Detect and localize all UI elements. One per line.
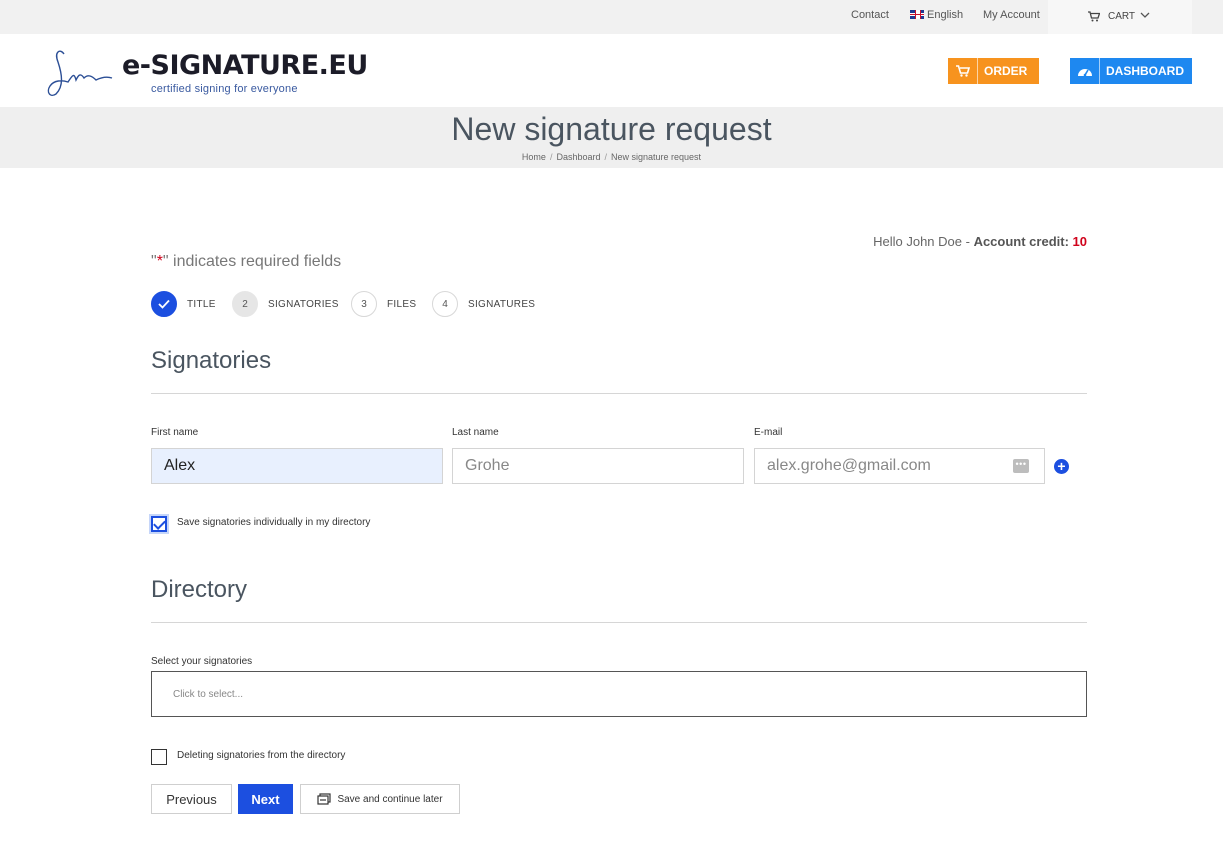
first-name-field[interactable]: Alex	[151, 448, 443, 484]
check-icon	[151, 291, 177, 317]
page-title: New signature request	[451, 111, 772, 147]
last-name-label: Last name	[452, 427, 499, 438]
step-label: TITLE	[187, 298, 216, 310]
chevron-down-icon	[1140, 12, 1150, 18]
signature-logo-icon	[47, 50, 113, 96]
select-signatories-dropdown[interactable]: Click to select...	[151, 671, 1087, 717]
password-manager-icon[interactable]: •••	[1013, 459, 1029, 473]
language-label: English	[927, 9, 964, 21]
step-label: SIGNATORIES	[268, 298, 339, 310]
cart-icon	[1088, 11, 1100, 22]
dashboard-label: DASHBOARD	[1106, 64, 1184, 78]
required-fields-note: "*" indicates required fields	[151, 253, 342, 270]
order-label: ORDER	[984, 64, 1028, 78]
language-switcher[interactable]: English	[910, 9, 963, 21]
previous-button[interactable]: Previous	[151, 784, 232, 814]
divider	[151, 622, 1087, 623]
brand-tagline: certified signing for everyone	[151, 83, 298, 95]
step-files: 3 FILES	[351, 291, 416, 317]
order-button[interactable]: ORDER	[948, 58, 1039, 84]
gauge-icon	[1070, 58, 1100, 84]
page-title-bar: New signature request Home / Dashboard / New…	[0, 107, 1223, 168]
contact-link[interactable]: Contact	[851, 9, 889, 21]
top-utility-bar: Contact English My Account CART	[0, 0, 1223, 34]
step-number: 3	[351, 291, 377, 317]
breadcrumb-current: New signature request	[611, 152, 702, 162]
add-signatory-icon[interactable]: +	[1054, 459, 1069, 474]
email-field[interactable]: alex.grohe@gmail.com •••	[754, 448, 1045, 484]
save-icon	[317, 793, 332, 805]
step-title: TITLE	[151, 291, 216, 317]
greeting-text: Hello John Doe -	[873, 234, 974, 249]
cart-button[interactable]: CART	[1048, 0, 1192, 34]
step-signatures: 4 SIGNATURES	[432, 291, 535, 317]
step-number: 2	[232, 291, 258, 317]
step-label: SIGNATURES	[468, 298, 536, 310]
step-signatories: 2 SIGNATORIES	[232, 291, 339, 317]
save-signatories-label: Save signatories individually in my dire…	[177, 517, 371, 528]
select-signatories-label: Select your signatories	[151, 656, 253, 667]
first-name-label: First name	[151, 427, 199, 438]
breadcrumb: Home / Dashboard / New signature request	[521, 152, 702, 162]
cart-icon	[948, 58, 978, 84]
delete-signatories-checkbox[interactable]	[151, 749, 167, 765]
step-number: 4	[432, 291, 458, 317]
email-placeholder: alex.grohe@gmail.com	[767, 457, 931, 474]
dashboard-button[interactable]: DASHBOARD	[1070, 58, 1192, 84]
step-label: FILES	[387, 298, 417, 310]
credit-value: 10	[1072, 234, 1087, 249]
account-greeting: Hello John Doe - Account credit: 10	[873, 234, 1087, 249]
divider	[151, 393, 1087, 394]
breadcrumb-home[interactable]: Home	[522, 152, 546, 162]
save-signatories-checkbox[interactable]	[151, 516, 167, 532]
site-header: e-SIGNATURE.EU certified signing for eve…	[0, 34, 1223, 107]
breadcrumb-dashboard[interactable]: Dashboard	[556, 152, 600, 162]
save-later-button[interactable]: Save and continue later	[300, 784, 460, 814]
credit-label: Account credit:	[973, 234, 1073, 249]
next-button[interactable]: Next	[238, 784, 293, 814]
email-label: E-mail	[754, 427, 783, 438]
uk-flag-icon	[910, 10, 924, 19]
brand-name: e-SIGNATURE.EU	[122, 50, 368, 81]
cart-label: CART	[1108, 11, 1136, 22]
last-name-field[interactable]: Grohe	[452, 448, 744, 484]
delete-signatories-label: Deleting signatories from the directory	[177, 750, 346, 761]
my-account-link[interactable]: My Account	[983, 9, 1040, 21]
directory-heading: Directory	[151, 576, 248, 603]
save-later-label: Save and continue later	[337, 793, 443, 805]
signatories-heading: Signatories	[151, 347, 272, 374]
